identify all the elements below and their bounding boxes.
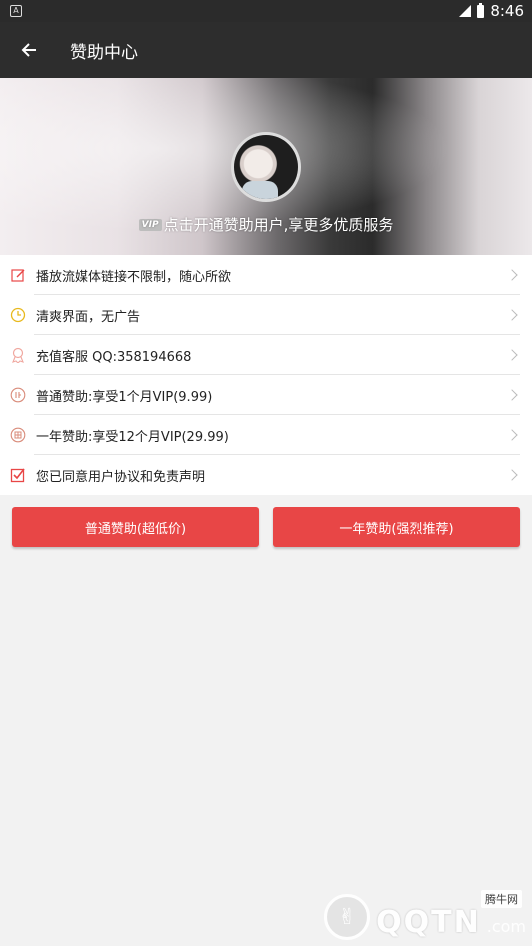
checkbox-icon[interactable]: [10, 467, 26, 483]
banner-caption-text: 点击开通赞助用户,享更多优质服务: [163, 216, 394, 234]
item-label: 普通赞助:享受1个月VIP(9.99): [36, 389, 213, 405]
toolbar: 赞助中心: [0, 22, 532, 78]
annual-sponsor-button[interactable]: 一年赞助(强烈推荐): [273, 507, 520, 547]
signal-icon: [459, 5, 472, 17]
watermark-brand: QQTN: [376, 905, 481, 940]
watermark-logo-icon: ✌: [324, 894, 371, 940]
list-item-no-ads[interactable]: 清爽界面，无广告: [0, 295, 532, 335]
site-watermark: ✌ QQTN .com 腾牛网: [324, 890, 526, 940]
list-item-support[interactable]: 充值客服 QQ:358194668: [0, 335, 532, 375]
sponsor-buttons: 普通赞助(超低价) 一年赞助(强烈推荐): [0, 495, 532, 547]
item-label: 一年赞助:享受12个月VIP(29.99): [36, 429, 229, 445]
chevron-right-icon: [506, 309, 518, 321]
vip-banner[interactable]: VIP 点击开通赞助用户,享更多优质服务: [0, 78, 532, 255]
notification-icon: A: [10, 5, 22, 17]
list-item-basic-sponsor[interactable]: 普通赞助:享受1个月VIP(9.99): [0, 375, 532, 415]
item-label: 充值客服 QQ:358194668: [36, 349, 192, 365]
item-label: 清爽界面，无广告: [36, 309, 141, 325]
benefits-list: 播放流媒体链接不限制，随心所欲 清爽界面，无广告 充值客服 QQ:3581946…: [0, 255, 532, 495]
watermark-suffix: .com: [486, 917, 526, 936]
status-bar: A 8:46: [0, 0, 532, 22]
vip-badge-icon: VIP: [138, 218, 162, 231]
basic-sponsor-button[interactable]: 普通赞助(超低价): [12, 507, 259, 547]
item-label: 您已同意用户协议和免责声明: [36, 469, 206, 485]
avatar[interactable]: [231, 132, 301, 202]
status-right: 8:46: [459, 2, 524, 20]
chevron-right-icon: [506, 269, 518, 281]
chevron-right-icon: [506, 389, 518, 401]
ordinary-sponsor-icon: [10, 387, 26, 403]
list-item-agreement[interactable]: 您已同意用户协议和免责声明: [0, 455, 532, 495]
chevron-right-icon: [506, 349, 518, 361]
edit-icon: [10, 267, 26, 283]
item-label: 播放流媒体链接不限制，随心所欲: [36, 269, 232, 285]
clock-icon: [10, 307, 26, 323]
chevron-right-icon: [506, 429, 518, 441]
annual-sponsor-icon: [10, 427, 26, 443]
list-item-annual-sponsor[interactable]: 一年赞助:享受12个月VIP(29.99): [0, 415, 532, 455]
watermark-site-name: 腾牛网: [481, 890, 522, 908]
medal-icon: [10, 347, 26, 363]
battery-icon: [477, 2, 485, 18]
page-title: 赞助中心: [70, 42, 138, 63]
status-time: 8:46: [490, 2, 524, 20]
back-arrow-icon[interactable]: [18, 39, 40, 61]
list-item-streaming[interactable]: 播放流媒体链接不限制，随心所欲: [0, 255, 532, 295]
banner-caption[interactable]: VIP 点击开通赞助用户,享更多优质服务: [0, 214, 532, 235]
chevron-right-icon: [506, 469, 518, 481]
